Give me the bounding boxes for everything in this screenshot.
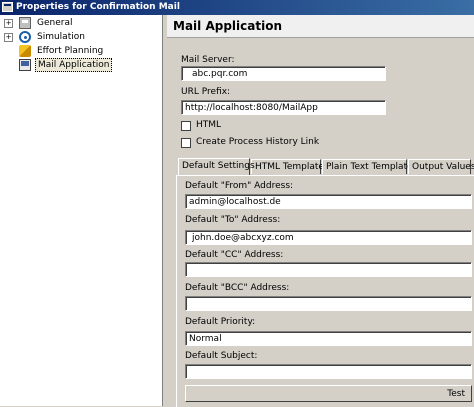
mail-application-icon xyxy=(19,59,31,71)
simulation-icon xyxy=(19,31,31,43)
html-checkbox-label: HTML xyxy=(196,120,222,130)
tab-default-settings[interactable]: Default Settings xyxy=(178,158,255,175)
tree-item-mail-application[interactable]: Mail Application xyxy=(0,58,160,72)
test-button[interactable]: Test xyxy=(185,385,472,402)
url-prefix-input[interactable] xyxy=(181,100,386,115)
tree-item-effort-planning[interactable]: Effort Planning xyxy=(0,44,160,58)
mail-server-input[interactable] xyxy=(181,66,386,81)
subject-input[interactable] xyxy=(185,364,472,379)
window-title: Properties for Confirmation Mail xyxy=(16,2,180,12)
from-address-label: Default "From" Address: xyxy=(185,181,294,191)
tab-bar: Default Settings HTML Template Plain Tex… xyxy=(178,158,474,176)
window-title-bar: Properties for Confirmation Mail xyxy=(0,0,474,15)
to-address-label: Default "To" Address: xyxy=(185,215,281,225)
mail-server-label: Mail Server: xyxy=(181,55,235,65)
tree-item-label: General xyxy=(37,18,73,28)
url-prefix-label: URL Prefix: xyxy=(181,87,231,97)
cc-address-label: Default "CC" Address: xyxy=(185,250,284,260)
tab-plain-text-template[interactable]: Plain Text Template xyxy=(322,159,413,174)
bcc-address-label: Default "BCC" Address: xyxy=(185,283,290,293)
window-icon xyxy=(2,2,13,12)
tree-item-label: Effort Planning xyxy=(37,46,104,56)
tree-item-label: Simulation xyxy=(37,32,85,42)
tree-item-label: Mail Application xyxy=(35,58,113,72)
html-checkbox[interactable] xyxy=(181,121,191,131)
from-address-input[interactable] xyxy=(185,194,472,209)
cc-address-input[interactable] xyxy=(185,262,472,277)
page-header: Mail Application xyxy=(167,15,474,38)
tab-html-template[interactable]: HTML Template xyxy=(251,159,324,174)
tab-output-values[interactable]: Output Values xyxy=(408,159,474,174)
priority-label: Default Priority: xyxy=(185,317,256,327)
subject-label: Default Subject: xyxy=(185,351,258,361)
tree-item-simulation[interactable]: + Simulation xyxy=(0,30,160,44)
expand-icon[interactable]: + xyxy=(4,33,13,42)
history-link-checkbox[interactable] xyxy=(181,138,191,148)
history-link-checkbox-label: Create Process History Link xyxy=(196,137,320,147)
effort-planning-icon xyxy=(19,45,31,57)
tree-item-general[interactable]: + General xyxy=(0,16,160,30)
bcc-address-input[interactable] xyxy=(185,296,472,311)
general-icon xyxy=(19,17,31,29)
to-address-input[interactable] xyxy=(185,230,472,245)
properties-tree: + General + Simulation Effort Planning M… xyxy=(0,15,163,406)
page-title: Mail Application xyxy=(173,19,282,33)
expand-icon[interactable]: + xyxy=(4,19,13,28)
priority-select[interactable] xyxy=(185,331,472,346)
